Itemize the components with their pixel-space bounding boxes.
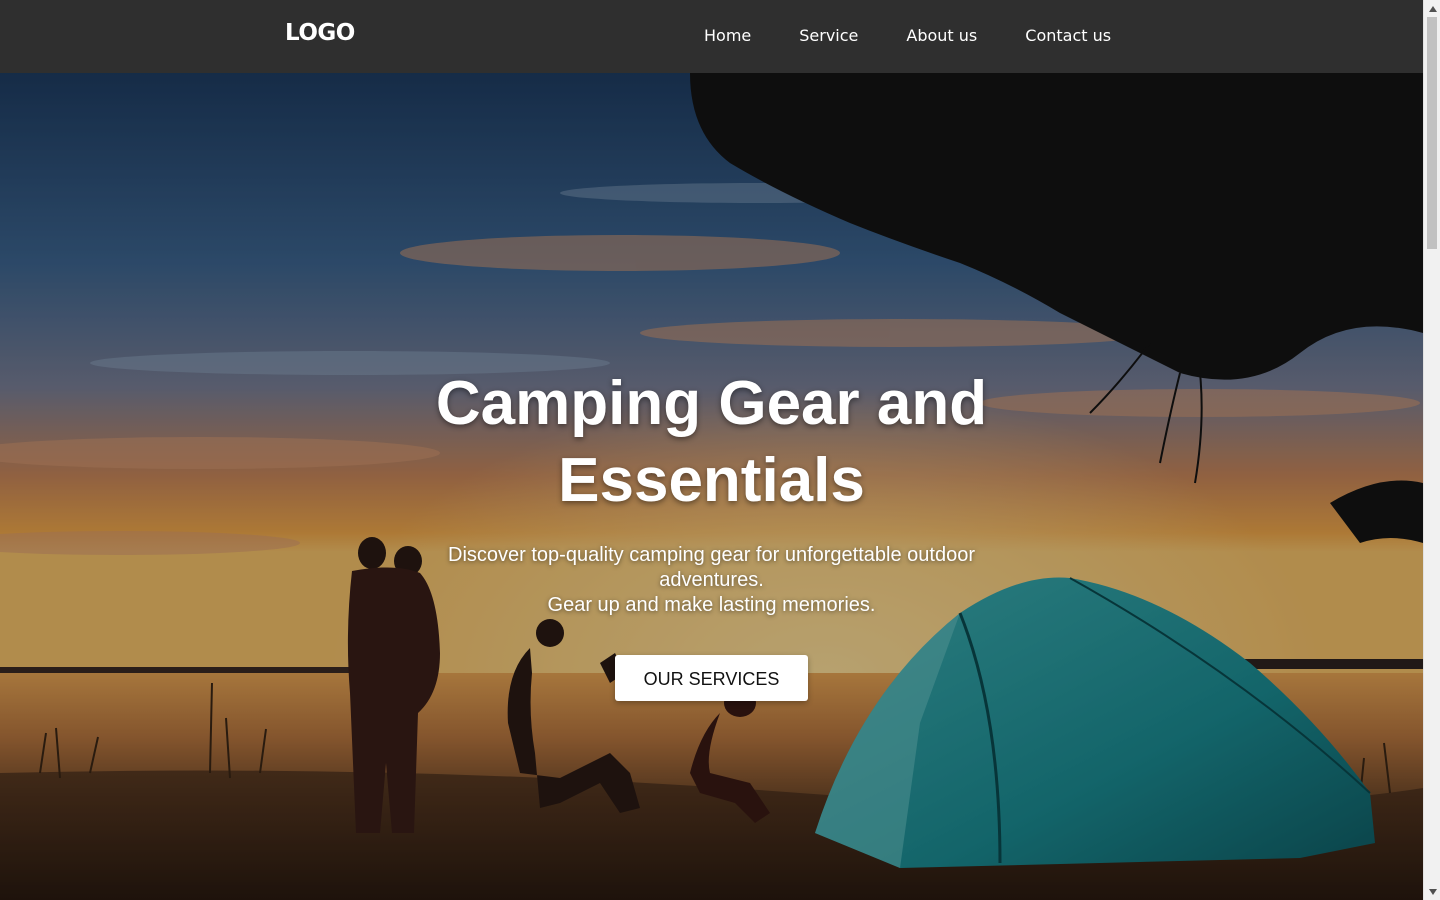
scroll-down-arrow-icon[interactable] xyxy=(1424,883,1440,900)
nav-item-contact: Contact us xyxy=(1025,26,1111,46)
nav-item-service: Service xyxy=(799,26,858,46)
our-services-button[interactable]: OUR SERVICES xyxy=(615,655,808,701)
logo[interactable]: LOGO xyxy=(285,20,355,46)
scrollbar-thumb[interactable] xyxy=(1427,17,1437,249)
hero-subtitle-line-1: Discover top-quality camping gear for un… xyxy=(448,544,975,591)
hero-content: Camping Gear and Essentials Discover top… xyxy=(0,365,1423,701)
hero-subtitle-line-2: Gear up and make lasting memories. xyxy=(547,594,876,616)
nav-link-service[interactable]: Service xyxy=(799,26,858,45)
hero-title: Camping Gear and Essentials xyxy=(435,369,988,515)
nav-link-home[interactable]: Home xyxy=(704,26,751,45)
page: LOGO Home Service About us Contact us Ca… xyxy=(0,0,1440,900)
nav-item-about: About us xyxy=(906,26,977,46)
scroll-up-arrow-icon[interactable] xyxy=(1424,0,1440,17)
hero-subtitle: Discover top-quality camping gear for un… xyxy=(412,543,1012,618)
navbar: LOGO Home Service About us Contact us xyxy=(0,0,1423,73)
vertical-scrollbar[interactable] xyxy=(1423,0,1440,900)
nav-item-home: Home xyxy=(704,26,751,46)
nav-link-contact-us[interactable]: Contact us xyxy=(1025,26,1111,45)
nav-link-about-us[interactable]: About us xyxy=(906,26,977,45)
nav-links: Home Service About us Contact us xyxy=(704,26,1111,46)
hero-section: Camping Gear and Essentials Discover top… xyxy=(0,73,1423,900)
